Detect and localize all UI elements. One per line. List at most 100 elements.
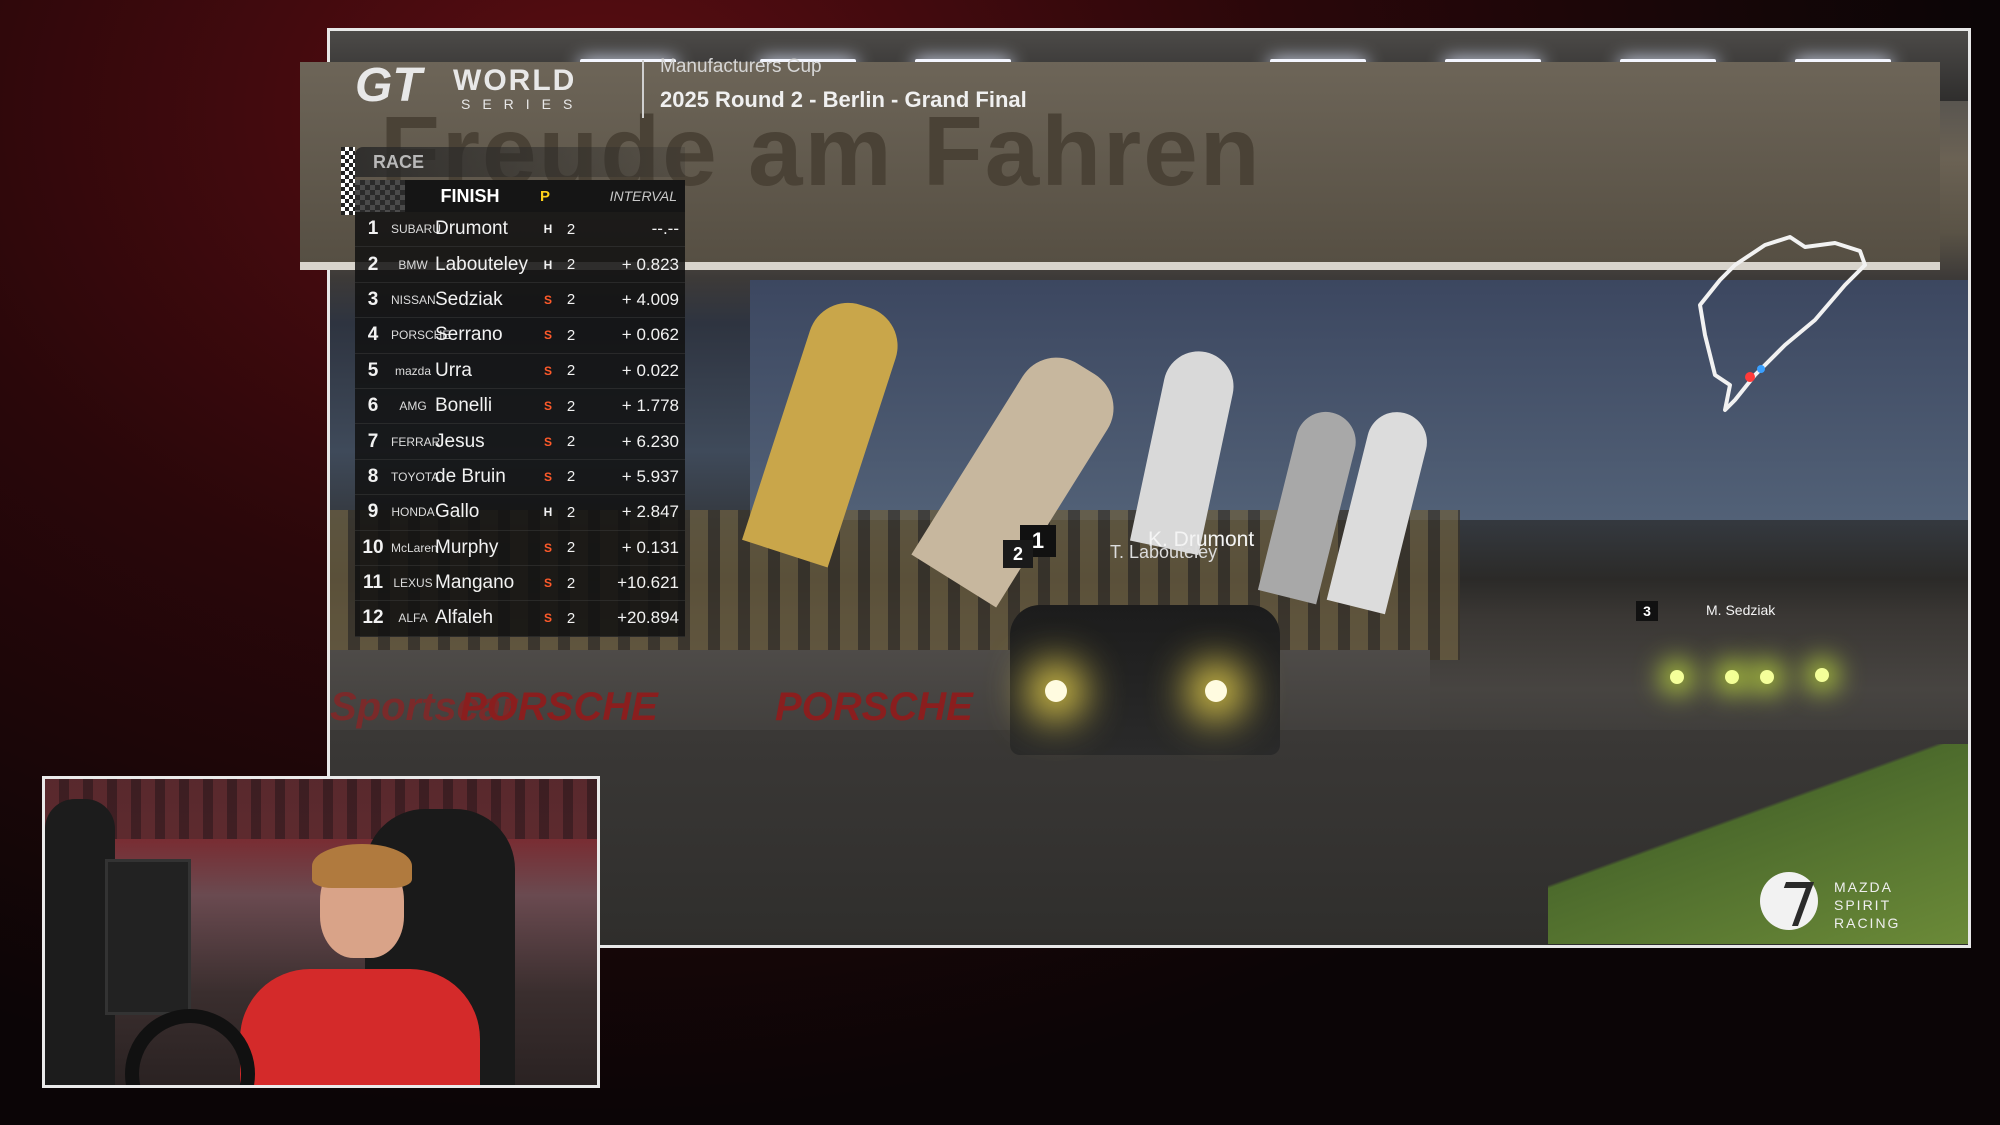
car-position-tag: 2 (1003, 540, 1033, 568)
race-leaderboard: RACE FINISH P INTERVAL 1 SUBARU Drumont H 2-… (341, 147, 685, 637)
tyre-compound: S (543, 292, 552, 307)
leaderboard-row: 8 TOYOTA de Bruin S 2 + 5.937 (355, 459, 685, 496)
leader-checkered-icon (341, 147, 355, 215)
chasing-car-light (1725, 670, 1739, 684)
interval-value: + 0.823 (621, 254, 679, 274)
event-subtitle: Manufacturers Cup (660, 56, 822, 77)
brand-line: RACING (1834, 915, 1901, 931)
tyre-compound: S (543, 540, 552, 555)
interval-value: +20.894 (617, 608, 679, 628)
checkered-flag-icon (355, 180, 405, 212)
steering-wheel (125, 1009, 255, 1085)
leaderboard-row: 5 mazda Urra S 2 + 0.022 (355, 353, 685, 389)
interval-value: + 0.062 (621, 325, 679, 345)
wall-ad: PORSCHE (775, 685, 973, 729)
manufacturer-logo-icon: BMW (398, 257, 428, 272)
driver-name: Sedziak (435, 288, 503, 310)
position-number: 8 (367, 465, 379, 487)
car-headlight (1045, 680, 1067, 702)
leaderboard-row: 10 McLaren Murphy S 2 + 0.131 (355, 530, 685, 566)
position-number: 4 (367, 324, 379, 346)
webcam-monitor (105, 859, 191, 1015)
driver-name: Labouteley (435, 253, 528, 275)
position-number: 7 (367, 430, 379, 452)
interval-value: + 0.131 (621, 537, 679, 557)
driver-name: Bonelli (435, 395, 493, 417)
driver-name: de Bruin (435, 465, 506, 487)
interval-value: + 4.009 (621, 289, 679, 309)
manufacturer-logo-icon: SUBARU (391, 222, 442, 237)
manufacturer-logo-icon: NISSAN (391, 292, 436, 307)
wall-ad: PORSCHE (460, 685, 658, 729)
tyre-compound: H (543, 222, 553, 237)
finish-label: FINISH (440, 185, 500, 206)
mazda-spirit-icon (1760, 872, 1818, 930)
event-title: 2025 Round 2 - Berlin - Grand Final (660, 87, 1027, 112)
brand-line: MAZDA (1834, 879, 1893, 895)
driver-shirt (240, 969, 480, 1085)
tyre-compound: H (543, 257, 553, 272)
laps-count: 2 (566, 433, 576, 451)
tyre-compound: S (543, 576, 552, 591)
logo-series: SERIES (461, 96, 585, 112)
position-number: 5 (367, 359, 379, 381)
interval-value: +10.621 (617, 573, 679, 593)
laps-count: 2 (566, 362, 576, 380)
driver-webcam (42, 776, 600, 1088)
interval-value: + 1.778 (621, 396, 679, 416)
interval-value: + 2.847 (621, 502, 679, 522)
chasing-car-light (1760, 670, 1774, 684)
position-number: 3 (367, 288, 379, 310)
leaderboard-row: 11 LEXUS Mangano S 2 +10.621 (355, 565, 685, 602)
logo-gt: GT (355, 59, 422, 112)
laps-count: 2 (566, 609, 576, 627)
position-number: 9 (367, 501, 379, 523)
track-outline (1698, 235, 1867, 412)
leaderboard-header: FINISH P INTERVAL (355, 180, 685, 212)
laps-count: 2 (566, 574, 576, 592)
interval-value: + 6.230 (621, 431, 679, 451)
leaderboard-row: 6 AMG Bonelli S 2 + 1.778 (355, 388, 685, 425)
tyre-compound: H (543, 505, 553, 520)
laps-count: 2 (566, 468, 576, 486)
leaderboard-row: 1 SUBARU Drumont H 2 --.-- (355, 212, 685, 248)
driver-name: Gallo (435, 501, 480, 523)
position-number: 6 (367, 395, 379, 417)
car-marker-icon (1745, 372, 1755, 382)
driver-name: Drumont (435, 218, 508, 240)
leaderboard-rows: 1 SUBARU Drumont H 2 --.-- 2 BMW Labouteley H 2 + 0… (341, 147, 685, 637)
race-label: RACE (355, 147, 685, 177)
laps-count: 2 (566, 539, 576, 557)
manufacturer-logo-icon: TOYOTA (391, 469, 440, 484)
leaderboard-row: 3 NISSAN Sedziak S 2 + 4.009 (355, 282, 685, 319)
laps-count: 2 (566, 291, 576, 309)
leaderboard-row: 12 ALFA Alfaleh S 2 +20.894 (355, 601, 685, 637)
driver-name: Murphy (435, 536, 499, 558)
interval-value: + 0.022 (621, 360, 679, 380)
laps-count: 2 (566, 503, 576, 521)
track-minimap (1698, 235, 1867, 412)
tyre-compound: S (543, 328, 552, 343)
car-marker-icon (1757, 365, 1765, 373)
laps-count: 2 (566, 220, 576, 238)
manufacturer-logo-icon: AMG (399, 399, 427, 414)
car-driver-tag: T. Labouteley (1110, 542, 1218, 562)
interval-label: INTERVAL (609, 188, 677, 204)
manufacturer-logo-icon: HONDA (391, 505, 435, 520)
driver-hair (312, 844, 412, 888)
gt-world-series-logo: GT WORLD SERIES (355, 58, 620, 118)
brand-text: MAZDA SPIRIT RACING (1834, 878, 1924, 932)
interval-value: + 5.937 (621, 466, 679, 486)
header-divider (642, 60, 644, 118)
tyre-compound: S (543, 363, 552, 378)
position-number: 11 (362, 572, 384, 594)
brand-line: SPIRIT (1834, 897, 1892, 913)
tyre-compound: S (543, 434, 552, 449)
position-number: 2 (367, 253, 379, 275)
webcam-crowd (45, 779, 597, 839)
driver-name: Jesus (435, 430, 485, 452)
leaderboard-row: 2 BMW Labouteley H 2 + 0.823 (355, 247, 685, 283)
leaderboard-row: 9 HONDA Gallo H 2 + 2.847 (355, 495, 685, 531)
car-headlight (1205, 680, 1227, 702)
chasing-car-light (1815, 668, 1829, 682)
